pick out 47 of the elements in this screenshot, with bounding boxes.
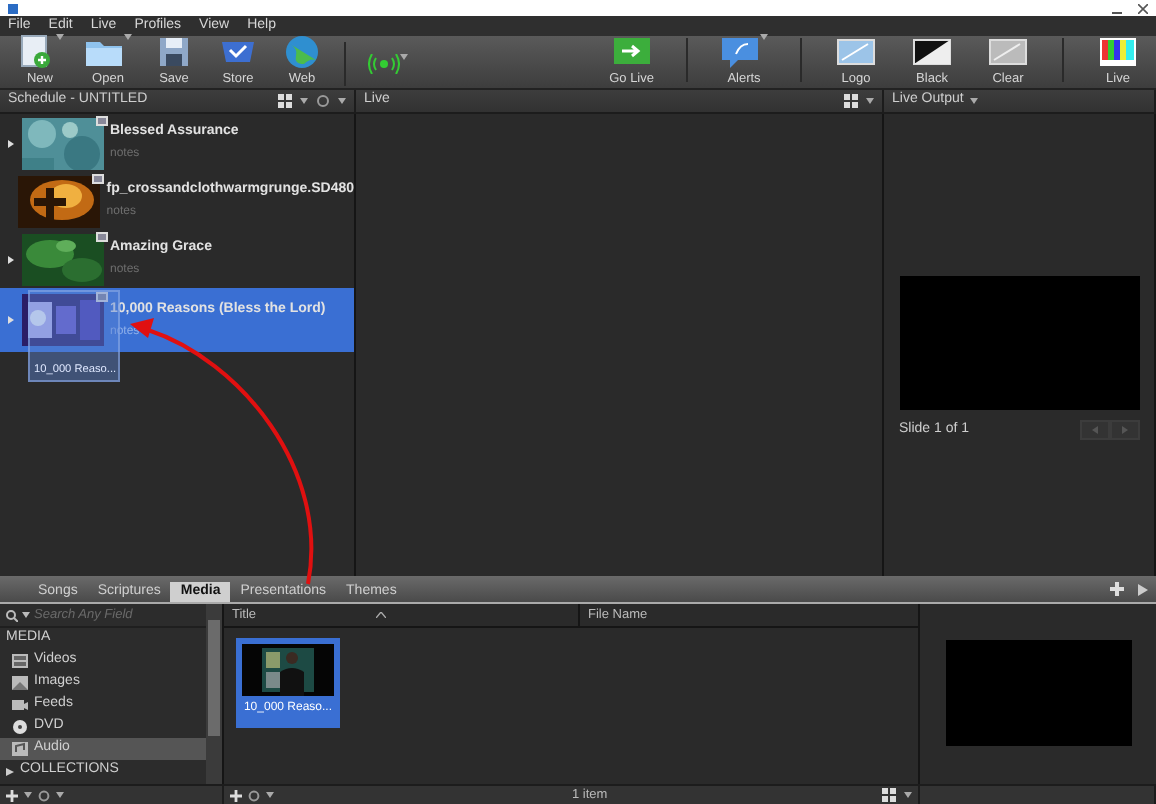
caret-icon	[904, 792, 912, 798]
grid-view-icon[interactable]	[278, 94, 292, 108]
slide-icon	[92, 173, 105, 183]
add-icon[interactable]	[230, 789, 242, 801]
right-arrow-icon	[1121, 426, 1127, 434]
document-icon	[16, 33, 56, 70]
image-icon	[836, 33, 876, 70]
expand-arrow-icon[interactable]	[7, 139, 13, 147]
camera-icon	[12, 698, 28, 712]
gear-icon[interactable]	[38, 789, 50, 801]
expand-arrow-icon	[6, 767, 14, 775]
disc-icon	[12, 720, 28, 734]
gear-icon[interactable]	[316, 94, 330, 108]
add-icon[interactable]	[6, 789, 18, 801]
search-icon	[6, 609, 18, 621]
contrast-icon	[912, 33, 952, 70]
caret-icon	[56, 792, 64, 798]
app-icon	[8, 3, 18, 13]
broadcast-button[interactable]	[366, 53, 410, 73]
play-icon[interactable]	[1138, 583, 1148, 595]
caret-icon	[969, 98, 978, 104]
left-arrow-icon	[1091, 426, 1097, 434]
close-icon[interactable]	[1138, 3, 1148, 13]
image-icon	[988, 33, 1028, 70]
add-icon[interactable]	[1110, 582, 1124, 596]
caret-icon	[866, 98, 874, 104]
caret-icon	[24, 792, 32, 798]
scrollbar[interactable]	[206, 604, 222, 784]
caret-icon	[400, 53, 408, 59]
caret-icon	[338, 98, 346, 104]
film-icon	[12, 654, 28, 668]
caret-icon	[266, 792, 274, 798]
globe-icon	[282, 33, 322, 70]
slide-icon	[96, 231, 108, 241]
color-bars-icon	[1098, 33, 1138, 70]
caret-icon	[22, 612, 30, 618]
grid-view-icon[interactable]	[882, 788, 896, 802]
slide-icon	[96, 292, 108, 302]
caret-icon	[300, 98, 308, 104]
image-icon	[12, 676, 28, 690]
speech-bubble-icon	[720, 33, 760, 70]
gear-icon[interactable]	[248, 789, 260, 801]
slide-icon	[96, 115, 108, 125]
signal-icon	[368, 53, 400, 73]
audio-icon	[12, 742, 28, 756]
expand-arrow-icon[interactable]	[7, 255, 13, 263]
grid-view-icon[interactable]	[844, 94, 858, 108]
